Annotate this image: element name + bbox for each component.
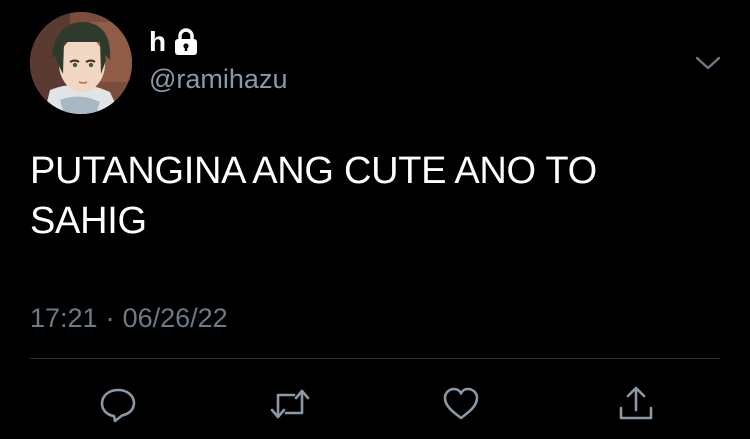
reply-icon [100, 388, 136, 423]
share-icon [619, 386, 653, 420]
timestamp-separator: · [105, 303, 115, 333]
username-handle[interactable]: @ramihazu [149, 66, 287, 93]
divider [30, 358, 720, 359]
reply-button[interactable] [96, 384, 140, 424]
avatar[interactable] [30, 12, 132, 114]
chevron-down-icon[interactable] [693, 52, 723, 74]
avatar-image [30, 12, 132, 114]
share-button[interactable] [614, 384, 658, 424]
tweet-date: 06/26/22 [122, 303, 228, 333]
retweet-icon [270, 389, 310, 419]
retweet-button[interactable] [268, 384, 312, 424]
display-name[interactable]: h [149, 28, 199, 56]
tweet-timestamp[interactable]: 17:21 · 06/26/22 [30, 305, 228, 332]
tweet-time: 17:21 [30, 303, 98, 333]
heart-icon [443, 387, 479, 420]
like-button[interactable] [439, 384, 483, 424]
tweet-text: PUTANGINA ANG CUTE ANO TO SAHIG [30, 150, 597, 242]
display-name-text[interactable]: h [149, 28, 166, 56]
lock-icon [173, 28, 199, 56]
